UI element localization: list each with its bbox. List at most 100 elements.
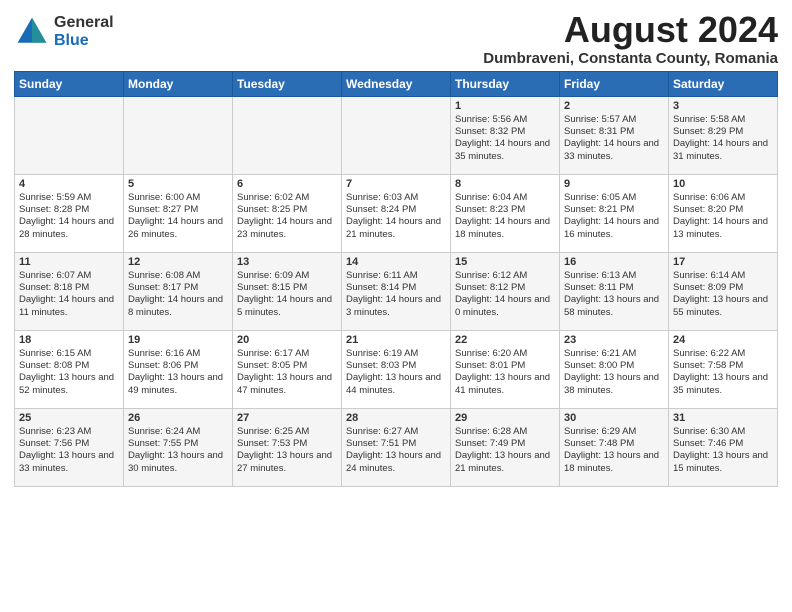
sunrise-text: Sunrise: 6:21 AM	[564, 348, 664, 360]
sunrise-text: Sunrise: 6:05 AM	[564, 192, 664, 204]
weekday-header-friday: Friday	[560, 71, 669, 96]
sunrise-text: Sunrise: 6:27 AM	[346, 426, 446, 438]
sunset-text: Sunset: 7:58 PM	[673, 360, 773, 372]
day-number: 24	[673, 334, 773, 346]
day-number: 25	[19, 412, 119, 424]
daylight-text: Daylight: 13 hours and 38 minutes.	[564, 372, 664, 397]
daylight-text: Daylight: 14 hours and 33 minutes.	[564, 138, 664, 163]
calendar-cell	[342, 96, 451, 174]
daylight-text: Daylight: 13 hours and 44 minutes.	[346, 372, 446, 397]
calendar-cell: 28Sunrise: 6:27 AMSunset: 7:51 PMDayligh…	[342, 408, 451, 486]
sunset-text: Sunset: 8:01 PM	[455, 360, 555, 372]
calendar-cell: 26Sunrise: 6:24 AMSunset: 7:55 PMDayligh…	[124, 408, 233, 486]
calendar-cell: 24Sunrise: 6:22 AMSunset: 7:58 PMDayligh…	[669, 330, 778, 408]
sunrise-text: Sunrise: 6:25 AM	[237, 426, 337, 438]
day-number: 31	[673, 412, 773, 424]
sunset-text: Sunset: 8:25 PM	[237, 204, 337, 216]
day-number: 23	[564, 334, 664, 346]
daylight-text: Daylight: 13 hours and 27 minutes.	[237, 450, 337, 475]
day-number: 1	[455, 100, 555, 112]
sunset-text: Sunset: 8:18 PM	[19, 282, 119, 294]
sunrise-text: Sunrise: 6:00 AM	[128, 192, 228, 204]
sunrise-text: Sunrise: 6:09 AM	[237, 270, 337, 282]
sunrise-text: Sunrise: 6:29 AM	[564, 426, 664, 438]
logo-blue-text: Blue	[54, 32, 114, 50]
sunset-text: Sunset: 8:27 PM	[128, 204, 228, 216]
sunset-text: Sunset: 7:53 PM	[237, 438, 337, 450]
calendar-cell	[15, 96, 124, 174]
week-row-4: 18Sunrise: 6:15 AMSunset: 8:08 PMDayligh…	[15, 330, 778, 408]
sunrise-text: Sunrise: 6:16 AM	[128, 348, 228, 360]
day-number: 13	[237, 256, 337, 268]
sunset-text: Sunset: 8:31 PM	[564, 126, 664, 138]
weekday-header-sunday: Sunday	[15, 71, 124, 96]
day-number: 2	[564, 100, 664, 112]
week-row-1: 1Sunrise: 5:56 AMSunset: 8:32 PMDaylight…	[15, 96, 778, 174]
calendar-cell: 29Sunrise: 6:28 AMSunset: 7:49 PMDayligh…	[451, 408, 560, 486]
month-year: August 2024	[483, 10, 778, 50]
daylight-text: Daylight: 13 hours and 30 minutes.	[128, 450, 228, 475]
calendar-cell: 6Sunrise: 6:02 AMSunset: 8:25 PMDaylight…	[233, 174, 342, 252]
calendar-cell: 15Sunrise: 6:12 AMSunset: 8:12 PMDayligh…	[451, 252, 560, 330]
sunset-text: Sunset: 8:28 PM	[19, 204, 119, 216]
sunset-text: Sunset: 8:24 PM	[346, 204, 446, 216]
calendar-cell: 31Sunrise: 6:30 AMSunset: 7:46 PMDayligh…	[669, 408, 778, 486]
daylight-text: Daylight: 14 hours and 16 minutes.	[564, 216, 664, 241]
sunrise-text: Sunrise: 6:06 AM	[673, 192, 773, 204]
calendar-cell: 7Sunrise: 6:03 AMSunset: 8:24 PMDaylight…	[342, 174, 451, 252]
sunset-text: Sunset: 8:23 PM	[455, 204, 555, 216]
day-number: 7	[346, 178, 446, 190]
sunrise-text: Sunrise: 6:11 AM	[346, 270, 446, 282]
sunrise-text: Sunrise: 5:57 AM	[564, 114, 664, 126]
sunset-text: Sunset: 8:08 PM	[19, 360, 119, 372]
sunset-text: Sunset: 7:56 PM	[19, 438, 119, 450]
calendar-cell: 11Sunrise: 6:07 AMSunset: 8:18 PMDayligh…	[15, 252, 124, 330]
daylight-text: Daylight: 13 hours and 41 minutes.	[455, 372, 555, 397]
day-number: 30	[564, 412, 664, 424]
daylight-text: Daylight: 13 hours and 47 minutes.	[237, 372, 337, 397]
daylight-text: Daylight: 14 hours and 8 minutes.	[128, 294, 228, 319]
calendar-cell: 20Sunrise: 6:17 AMSunset: 8:05 PMDayligh…	[233, 330, 342, 408]
weekday-header-saturday: Saturday	[669, 71, 778, 96]
sunset-text: Sunset: 8:21 PM	[564, 204, 664, 216]
daylight-text: Daylight: 14 hours and 31 minutes.	[673, 138, 773, 163]
sunrise-text: Sunrise: 6:17 AM	[237, 348, 337, 360]
sunrise-text: Sunrise: 6:14 AM	[673, 270, 773, 282]
day-number: 15	[455, 256, 555, 268]
daylight-text: Daylight: 13 hours and 35 minutes.	[673, 372, 773, 397]
sunrise-text: Sunrise: 6:23 AM	[19, 426, 119, 438]
logo-text: General Blue	[54, 14, 114, 49]
sunset-text: Sunset: 7:49 PM	[455, 438, 555, 450]
sunset-text: Sunset: 8:20 PM	[673, 204, 773, 216]
daylight-text: Daylight: 13 hours and 21 minutes.	[455, 450, 555, 475]
sunset-text: Sunset: 8:17 PM	[128, 282, 228, 294]
day-number: 17	[673, 256, 773, 268]
sunset-text: Sunset: 8:11 PM	[564, 282, 664, 294]
calendar-cell: 22Sunrise: 6:20 AMSunset: 8:01 PMDayligh…	[451, 330, 560, 408]
daylight-text: Daylight: 13 hours and 15 minutes.	[673, 450, 773, 475]
calendar-cell: 23Sunrise: 6:21 AMSunset: 8:00 PMDayligh…	[560, 330, 669, 408]
calendar-table: SundayMondayTuesdayWednesdayThursdayFrid…	[14, 71, 778, 487]
sunset-text: Sunset: 8:03 PM	[346, 360, 446, 372]
calendar-cell: 25 Sunrise: 6:23 AMSunset: 7:56 PMDayligh…	[15, 408, 124, 486]
calendar-cell: 17Sunrise: 6:14 AMSunset: 8:09 PMDayligh…	[669, 252, 778, 330]
header: General Blue August 2024 Dumbraveni, Con…	[14, 10, 778, 67]
weekday-header-row: SundayMondayTuesdayWednesdayThursdayFrid…	[15, 71, 778, 96]
day-number: 27	[237, 412, 337, 424]
calendar-cell: 3Sunrise: 5:58 AMSunset: 8:29 PMDaylight…	[669, 96, 778, 174]
calendar-cell: 2 Sunrise: 5:57 AMSunset: 8:31 PMDaylight…	[560, 96, 669, 174]
daylight-text: Daylight: 13 hours and 33 minutes.	[19, 450, 119, 475]
day-number: 19	[128, 334, 228, 346]
weekday-header-tuesday: Tuesday	[233, 71, 342, 96]
day-number: 18	[19, 334, 119, 346]
sunset-text: Sunset: 7:48 PM	[564, 438, 664, 450]
calendar-cell: 27 Sunrise: 6:25 AMSunset: 7:53 PMDayligh…	[233, 408, 342, 486]
sunrise-text: Sunrise: 6:13 AM	[564, 270, 664, 282]
sunrise-text: Sunrise: 6:19 AM	[346, 348, 446, 360]
calendar-cell: 16Sunrise: 6:13 AMSunset: 8:11 PMDayligh…	[560, 252, 669, 330]
day-number: 8	[455, 178, 555, 190]
week-row-3: 11Sunrise: 6:07 AMSunset: 8:18 PMDayligh…	[15, 252, 778, 330]
location: Dumbraveni, Constanta County, Romania	[483, 50, 778, 67]
calendar-cell: 13Sunrise: 6:09 AMSunset: 8:15 PMDayligh…	[233, 252, 342, 330]
logo-icon	[14, 14, 50, 50]
